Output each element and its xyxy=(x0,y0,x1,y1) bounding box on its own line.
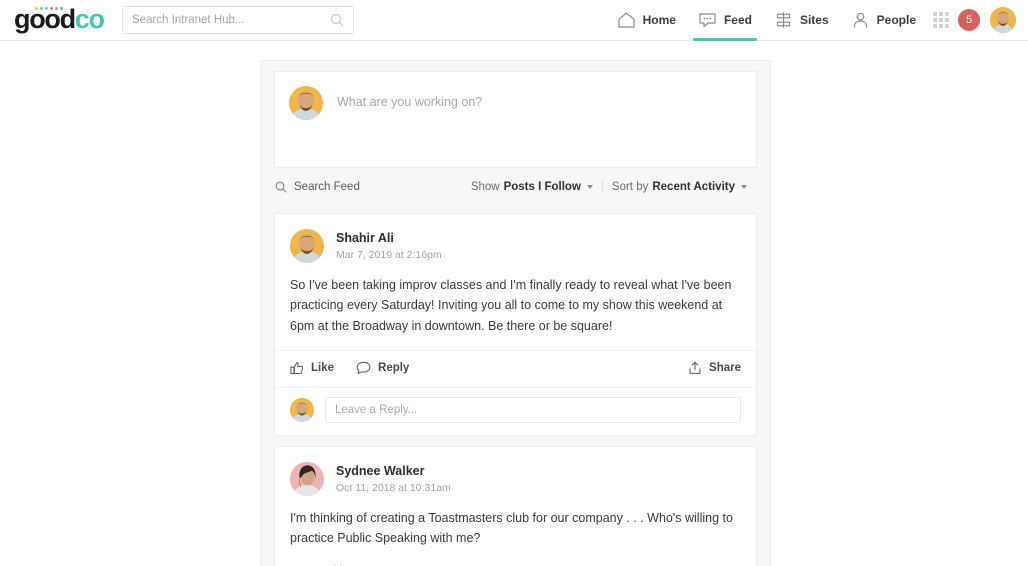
logo-text-accent: co xyxy=(74,4,105,34)
search-icon xyxy=(275,181,287,193)
feed-icon xyxy=(698,11,717,29)
people-icon xyxy=(851,11,870,29)
post-author-name[interactable]: Shahir Ali xyxy=(336,230,442,247)
grid-apps-icon[interactable] xyxy=(933,12,949,28)
nav-item-people[interactable]: People xyxy=(840,0,927,41)
search-input[interactable] xyxy=(132,14,330,26)
share-label: Share xyxy=(709,361,741,374)
avatar[interactable] xyxy=(990,7,1016,33)
thumbs-up-icon xyxy=(290,361,304,375)
post-author-name[interactable]: Sydnee Walker xyxy=(336,463,451,480)
post-body: I'm thinking of creating a Toastmasters … xyxy=(290,510,733,545)
post-author-avatar[interactable] xyxy=(290,461,324,496)
nav-item-home[interactable]: Home xyxy=(606,0,687,41)
post-card: Sydnee Walker Oct 11, 2018 at 10:31am I'… xyxy=(274,445,757,566)
nav-item-sites[interactable]: Sites xyxy=(763,0,840,41)
post-header: Shahir Ali Mar 7, 2019 at 2:16pm xyxy=(275,214,756,263)
reply-avatar xyxy=(290,397,314,422)
share-icon xyxy=(688,361,702,375)
logo-dots xyxy=(35,7,63,10)
sites-icon xyxy=(774,11,793,29)
global-search[interactable] xyxy=(122,6,354,34)
feed-column: What are you working on? Search Feed Sho… xyxy=(260,60,771,566)
like-button[interactable]: Like xyxy=(290,361,334,375)
post-header: Sydnee Walker Oct 11, 2018 at 10:31am xyxy=(275,447,756,496)
composer-avatar xyxy=(289,86,323,120)
home-icon xyxy=(617,11,636,29)
post-timestamp: Mar 7, 2019 at 2:16pm xyxy=(336,248,442,261)
show-filter-dropdown[interactable]: Show Posts I Follow xyxy=(462,181,602,193)
nav-item-feed[interactable]: Feed xyxy=(687,0,763,41)
show-filter-lead: Show xyxy=(470,180,500,193)
poll-option-label: Sure. I'd love to. xyxy=(290,562,741,566)
nav-label-feed: Feed xyxy=(723,13,752,27)
feed-filter-bar: Search Feed Show Posts I Follow Sort by … xyxy=(261,168,770,203)
reply-button[interactable]: Reply xyxy=(356,361,409,375)
like-label: Like xyxy=(311,361,335,374)
nav-label-people: People xyxy=(876,13,916,27)
nav-label-home: Home xyxy=(642,13,676,27)
post-card: Shahir Ali Mar 7, 2019 at 2:16pm So I've… xyxy=(274,213,757,436)
chevron-down-icon xyxy=(586,184,593,189)
sort-filter-dropdown[interactable]: Sort by Recent Activity xyxy=(603,181,756,193)
nav-label-sites: Sites xyxy=(799,13,829,27)
reply-row: Leave a Reply... xyxy=(275,386,756,435)
sort-filter-value: Recent Activity xyxy=(652,180,735,193)
composer-placeholder: What are you working on? xyxy=(337,95,483,109)
page-body: What are you working on? Search Feed Sho… xyxy=(0,41,1028,566)
post-meta: Sydnee Walker Oct 11, 2018 at 10:31am xyxy=(336,462,451,496)
sort-filter-lead: Sort by xyxy=(611,180,649,193)
poll-option[interactable]: Sure. I'd love to. 13 Votes (76.47%) xyxy=(290,562,741,566)
post-body: So I've been taking improv classes and I… xyxy=(290,278,732,333)
app-header: goodco Home xyxy=(0,0,1028,41)
feed-search[interactable]: Search Feed xyxy=(275,181,360,193)
reply-input[interactable]: Leave a Reply... xyxy=(325,396,741,423)
poll: Sure. I'd love to. 13 Votes (76.47%) No … xyxy=(275,562,756,566)
show-filter-value: Posts I Follow xyxy=(503,180,581,193)
comment-bubble-icon xyxy=(356,361,371,375)
feed-search-label: Search Feed xyxy=(294,180,360,193)
main-nav: Home Feed Sites People 5 xyxy=(606,0,1028,41)
logo[interactable]: goodco xyxy=(14,4,105,36)
notification-badge[interactable]: 5 xyxy=(958,9,980,31)
search-icon xyxy=(330,13,344,27)
feed-filters: Show Posts I Follow Sort by Recent Activ… xyxy=(462,180,756,193)
logo-text: goodco xyxy=(14,4,105,36)
reply-label: Reply xyxy=(378,361,410,374)
chevron-down-icon xyxy=(741,184,747,189)
post-author-avatar[interactable] xyxy=(290,229,324,263)
post-timestamp: Oct 11, 2018 at 10:31am xyxy=(336,481,451,494)
post-actions: Like Reply Share xyxy=(275,349,756,387)
post-meta: Shahir Ali Mar 7, 2019 at 2:16pm xyxy=(336,229,442,263)
post-composer[interactable]: What are you working on? xyxy=(274,71,757,168)
share-button[interactable]: Share xyxy=(688,361,741,375)
